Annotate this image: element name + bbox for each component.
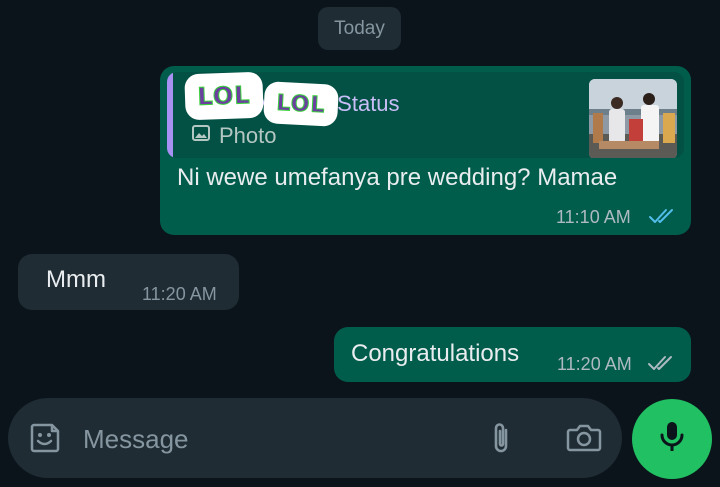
image-icon <box>191 123 211 149</box>
date-divider-label: Today <box>334 17 385 39</box>
message-text: Mmm <box>46 266 106 293</box>
quoted-status-type: Photo <box>191 123 277 149</box>
lol-sticker: LOL <box>262 81 340 127</box>
message-bubble-incoming[interactable]: Mmm 11:20 AM <box>18 254 239 310</box>
message-time: 11:20 AM <box>557 354 632 374</box>
message-bubble-outgoing[interactable]: Congratulations 11:20 AM <box>334 327 691 382</box>
message-text: Congratulations <box>351 340 520 367</box>
message-time: 11:20 AM <box>142 284 217 304</box>
read-receipt-icon <box>648 207 676 230</box>
delivered-receipt-icon <box>647 354 675 377</box>
quote-accent-bar <box>167 72 173 158</box>
date-divider: Today <box>318 7 401 50</box>
quoted-status-thumbnail <box>589 79 677 158</box>
mic-icon <box>658 420 686 459</box>
attach-icon[interactable] <box>486 420 516 461</box>
message-input[interactable]: Message <box>83 424 189 455</box>
message-time: 11:10 AM <box>556 207 631 227</box>
sticker-icon[interactable] <box>28 421 62 460</box>
lol-sticker: LOL <box>184 71 264 121</box>
mic-button[interactable] <box>632 399 712 479</box>
message-text: Ni wewe umefanya pre wedding? Mamae <box>177 164 618 191</box>
message-composer: Message <box>8 398 622 478</box>
camera-icon[interactable] <box>566 422 602 459</box>
quoted-status-type-label: Photo <box>219 123 277 148</box>
